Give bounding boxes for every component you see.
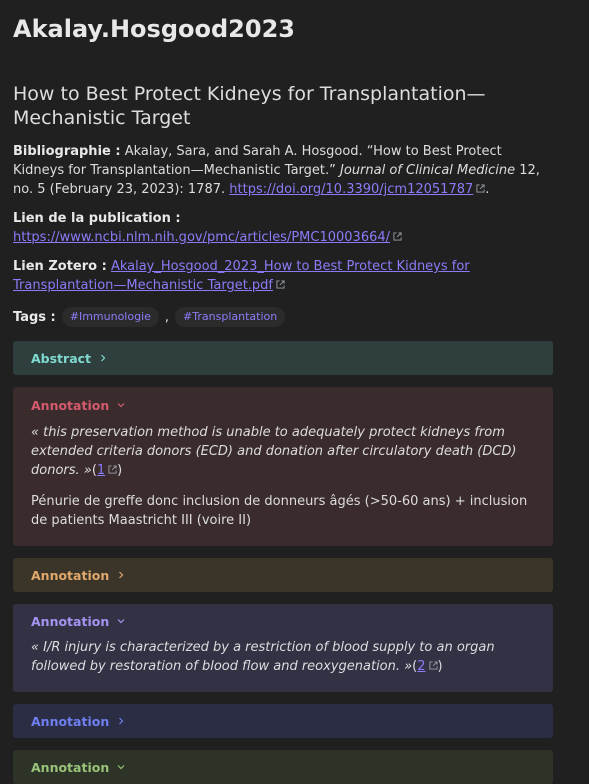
annotation-quote: « this preservation method is unable to … — [31, 423, 535, 480]
annotation-callout-header[interactable]: Annotation — [13, 704, 553, 738]
annotation-callout-title: Annotation — [31, 567, 110, 583]
abstract-callout: Abstract — [13, 341, 553, 375]
tag-transplantation[interactable]: #Transplantation — [175, 307, 286, 327]
annotation-callout-title: Annotation — [31, 713, 110, 729]
publication-link[interactable]: https://www.ncbi.nlm.nih.gov/pmc/article… — [13, 230, 390, 245]
bibliography: Bibliographie : Akalay, Sara, and Sarah … — [13, 142, 553, 199]
abstract-callout-header[interactable]: Abstract — [13, 341, 553, 375]
bibliography-journal: Journal of Clinical Medicine — [340, 163, 516, 178]
annotation-callout-body: « I/R injury is characterized by a restr… — [13, 638, 553, 692]
annotation-quote: « I/R injury is characterized by a restr… — [31, 638, 535, 676]
doi-link[interactable]: https://doi.org/10.3390/jcm12051787 — [229, 182, 473, 197]
zotero-label: Lien Zotero : — [13, 259, 107, 274]
annotation-callout: Annotation — [13, 750, 553, 784]
note-page: Akalay.Hosgood2023 How to Best Protect K… — [0, 0, 589, 784]
zotero-row: Lien Zotero : Akalay_Hosgood_2023_How to… — [13, 257, 553, 295]
annotation-callout-body: « this preservation method is unable to … — [13, 423, 553, 546]
external-link-icon — [428, 661, 438, 670]
chevron-right-icon — [119, 571, 124, 579]
annotation-ref-link[interactable]: 2 — [417, 659, 425, 674]
publication-row: Lien de la publication : https://www.ncb… — [13, 209, 553, 247]
tags-row: Tags : #Immunologie , #Transplantation — [13, 307, 553, 327]
ref-close: ) — [437, 659, 443, 674]
annotation-callout: Annotation « I/R injury is characterized… — [13, 604, 553, 692]
chevron-down-icon — [117, 403, 125, 408]
annotation-callout: Annotation — [13, 558, 553, 592]
bibliography-label: Bibliographie : — [13, 144, 121, 159]
bibliography-end: . — [485, 182, 490, 197]
tag-separator: , — [164, 309, 170, 325]
annotation-callout-header[interactable]: Annotation — [13, 558, 553, 592]
annotation-callout-title: Annotation — [31, 759, 110, 775]
annotation-callout-header[interactable]: Annotation — [13, 387, 553, 423]
annotation-callout: Annotation « this preservation method is… — [13, 387, 553, 546]
external-link-icon — [276, 280, 285, 289]
annotation-callout-title: Annotation — [31, 397, 110, 413]
annotation-callout: Annotation — [13, 704, 553, 738]
annotation-callout-header[interactable]: Annotation — [13, 750, 553, 784]
external-link-icon — [393, 232, 402, 241]
chevron-right-icon — [101, 354, 106, 362]
publication-label: Lien de la publication : — [13, 211, 181, 226]
tag-immunologie[interactable]: #Immunologie — [61, 307, 159, 327]
ref-close: ) — [117, 463, 123, 478]
annotation-ref-link[interactable]: 1 — [97, 463, 105, 478]
article-title: How to Best Protect Kidneys for Transpla… — [13, 83, 486, 129]
page-title: Akalay.Hosgood2023 — [13, 15, 295, 43]
annotation-note: Pénurie de greffe donc inclusion de donn… — [31, 494, 528, 528]
chevron-down-icon — [117, 619, 125, 624]
external-link-icon — [476, 184, 485, 193]
annotation-callout-title: Annotation — [31, 613, 110, 629]
abstract-callout-title: Abstract — [31, 350, 92, 366]
tags-label: Tags : — [13, 309, 56, 325]
external-link-icon — [108, 465, 117, 474]
chevron-down-icon — [117, 765, 125, 770]
chevron-right-icon — [119, 717, 124, 725]
annotation-callout-header[interactable]: Annotation — [13, 604, 553, 638]
